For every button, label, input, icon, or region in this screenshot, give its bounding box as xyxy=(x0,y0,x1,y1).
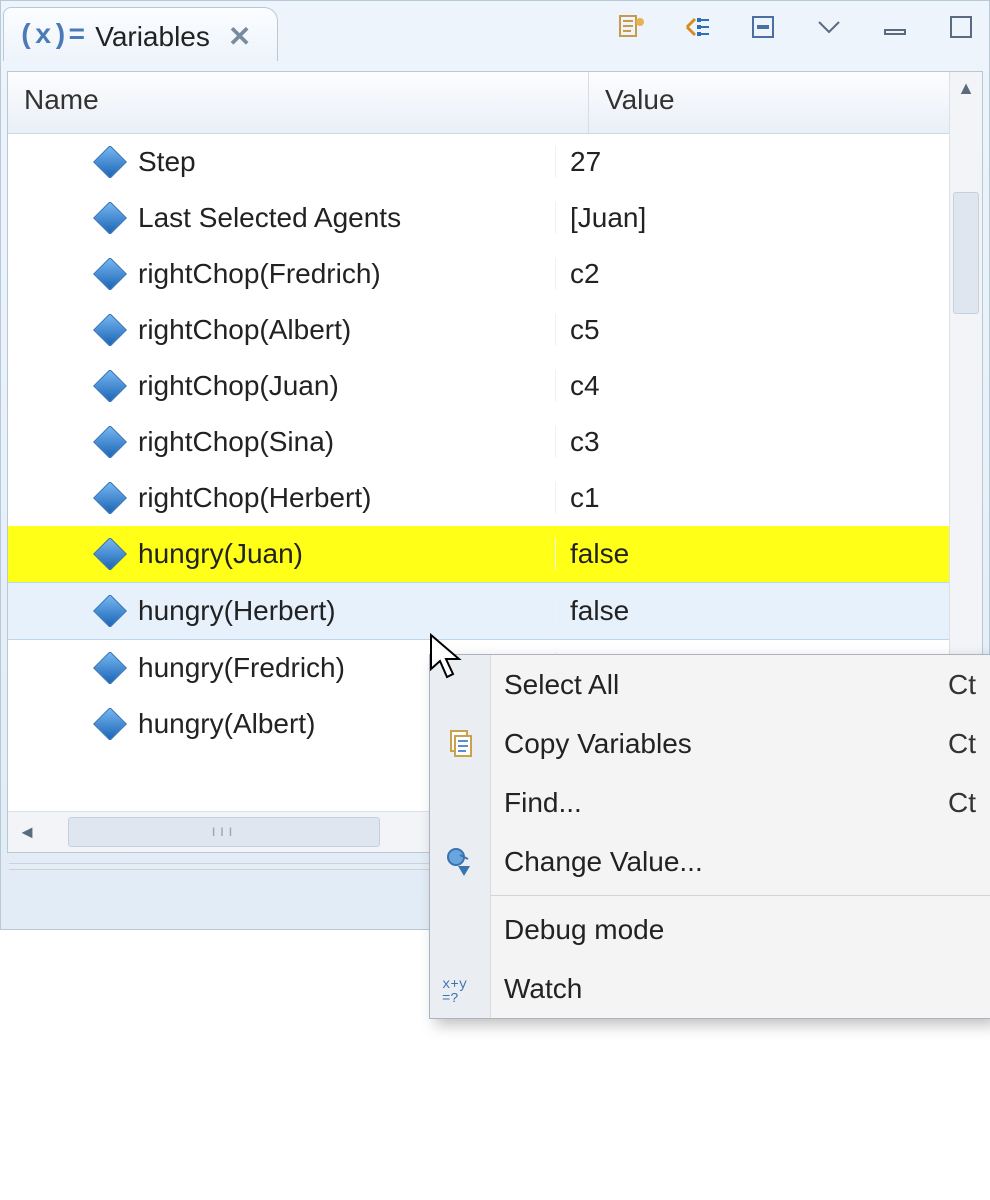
menu-item-shortcut: Ct xyxy=(948,728,990,760)
variable-name: rightChop(Juan) xyxy=(138,370,339,402)
variable-icon xyxy=(93,538,127,570)
variable-name: rightChop(Herbert) xyxy=(138,482,371,514)
maximize-button[interactable] xyxy=(941,7,981,47)
variable-icon xyxy=(93,314,127,346)
context-menu-separator xyxy=(490,895,990,896)
variable-value: c3 xyxy=(556,426,950,458)
context-menu-item[interactable]: Change Value... xyxy=(430,832,990,891)
variable-value: c2 xyxy=(556,258,950,290)
table-row[interactable]: hungry(Herbert) false xyxy=(8,582,950,640)
variable-icon xyxy=(93,146,127,178)
tab-title: Variables xyxy=(95,21,210,53)
vertical-scroll-thumb[interactable] xyxy=(953,192,979,314)
context-menu-item[interactable]: Copy VariablesCt xyxy=(430,714,990,773)
table-row[interactable]: Step 27 xyxy=(8,134,950,190)
view-toolbar xyxy=(611,7,981,47)
menu-item-icon xyxy=(430,728,490,760)
variable-value: [Juan] xyxy=(556,202,950,234)
variable-name: hungry(Albert) xyxy=(138,708,315,740)
table-header-row: Name Value xyxy=(8,72,950,134)
table-row[interactable]: rightChop(Fredrich) c2 xyxy=(8,246,950,302)
view-menu-button[interactable] xyxy=(809,7,849,47)
horizontal-scroll-thumb[interactable]: ııı xyxy=(68,817,380,847)
svg-text:=?: =? xyxy=(442,991,459,1004)
menu-item-icon: x+y=? xyxy=(430,974,490,1004)
variable-name: hungry(Herbert) xyxy=(138,595,336,627)
variable-value: c4 xyxy=(556,370,950,402)
variable-icon xyxy=(93,202,127,234)
variable-name: Step xyxy=(138,146,196,178)
context-menu-item[interactable]: Select AllCt xyxy=(430,655,990,714)
variables-view-panel: (x)= Variables ✕ xyxy=(0,0,990,930)
menu-item-label: Find... xyxy=(490,787,948,819)
variable-value: false xyxy=(556,595,950,627)
variable-name: Last Selected Agents xyxy=(138,202,401,234)
column-header-value[interactable]: Value xyxy=(589,72,950,134)
variable-icon xyxy=(93,652,127,684)
context-menu-item[interactable]: Find...Ct xyxy=(430,773,990,832)
table-row[interactable]: rightChop(Albert) c5 xyxy=(8,302,950,358)
variable-name: rightChop(Albert) xyxy=(138,314,351,346)
variable-value: c1 xyxy=(556,482,950,514)
variable-value: c5 xyxy=(556,314,950,346)
tab-variables[interactable]: (x)= Variables ✕ xyxy=(3,7,278,61)
context-menu-item[interactable]: x+y=?Watch xyxy=(430,959,990,1018)
tab-bar: (x)= Variables ✕ xyxy=(1,1,989,61)
table-row[interactable]: hungry(Juan) false xyxy=(8,526,950,582)
variables-icon: (x)= xyxy=(18,21,85,52)
variable-name: hungry(Fredrich) xyxy=(138,652,345,684)
menu-item-shortcut: Ct xyxy=(948,669,990,701)
context-menu: Select AllCtCopy VariablesCtFind...CtCha… xyxy=(429,654,990,1019)
context-menu-item[interactable]: Debug mode xyxy=(430,900,990,959)
table-row[interactable]: Last Selected Agents [Juan] xyxy=(8,190,950,246)
variable-icon xyxy=(93,426,127,458)
menu-item-shortcut: Ct xyxy=(948,787,990,819)
scroll-up-icon[interactable]: ▲ xyxy=(950,72,982,104)
menu-item-label: Debug mode xyxy=(490,914,976,946)
variable-value: false xyxy=(556,538,950,570)
scroll-left-icon[interactable]: ◄ xyxy=(8,812,46,852)
close-tab-icon[interactable]: ✕ xyxy=(220,20,259,53)
variable-value: 27 xyxy=(556,146,950,178)
variable-icon xyxy=(93,258,127,290)
variable-name: rightChop(Sina) xyxy=(138,426,334,458)
variable-icon xyxy=(93,482,127,514)
toggle-button[interactable] xyxy=(743,7,783,47)
column-header-name[interactable]: Name xyxy=(8,72,589,134)
variable-name: rightChop(Fredrich) xyxy=(138,258,381,290)
table-row[interactable]: rightChop(Sina) c3 xyxy=(8,414,950,470)
variable-icon xyxy=(93,708,127,740)
variable-icon xyxy=(93,595,127,627)
menu-item-label: Copy Variables xyxy=(490,728,948,760)
menu-item-label: Select All xyxy=(490,669,948,701)
variable-icon xyxy=(93,370,127,402)
collapse-all-button[interactable] xyxy=(677,7,717,47)
menu-item-icon xyxy=(430,846,490,878)
menu-item-label: Watch xyxy=(490,973,976,1005)
variable-name: hungry(Juan) xyxy=(138,538,303,570)
show-logical-structure-button[interactable] xyxy=(611,7,651,47)
table-row[interactable]: rightChop(Herbert) c1 xyxy=(8,470,950,526)
menu-item-label: Change Value... xyxy=(490,846,976,878)
minimize-button[interactable] xyxy=(875,7,915,47)
table-row[interactable]: rightChop(Juan) c4 xyxy=(8,358,950,414)
